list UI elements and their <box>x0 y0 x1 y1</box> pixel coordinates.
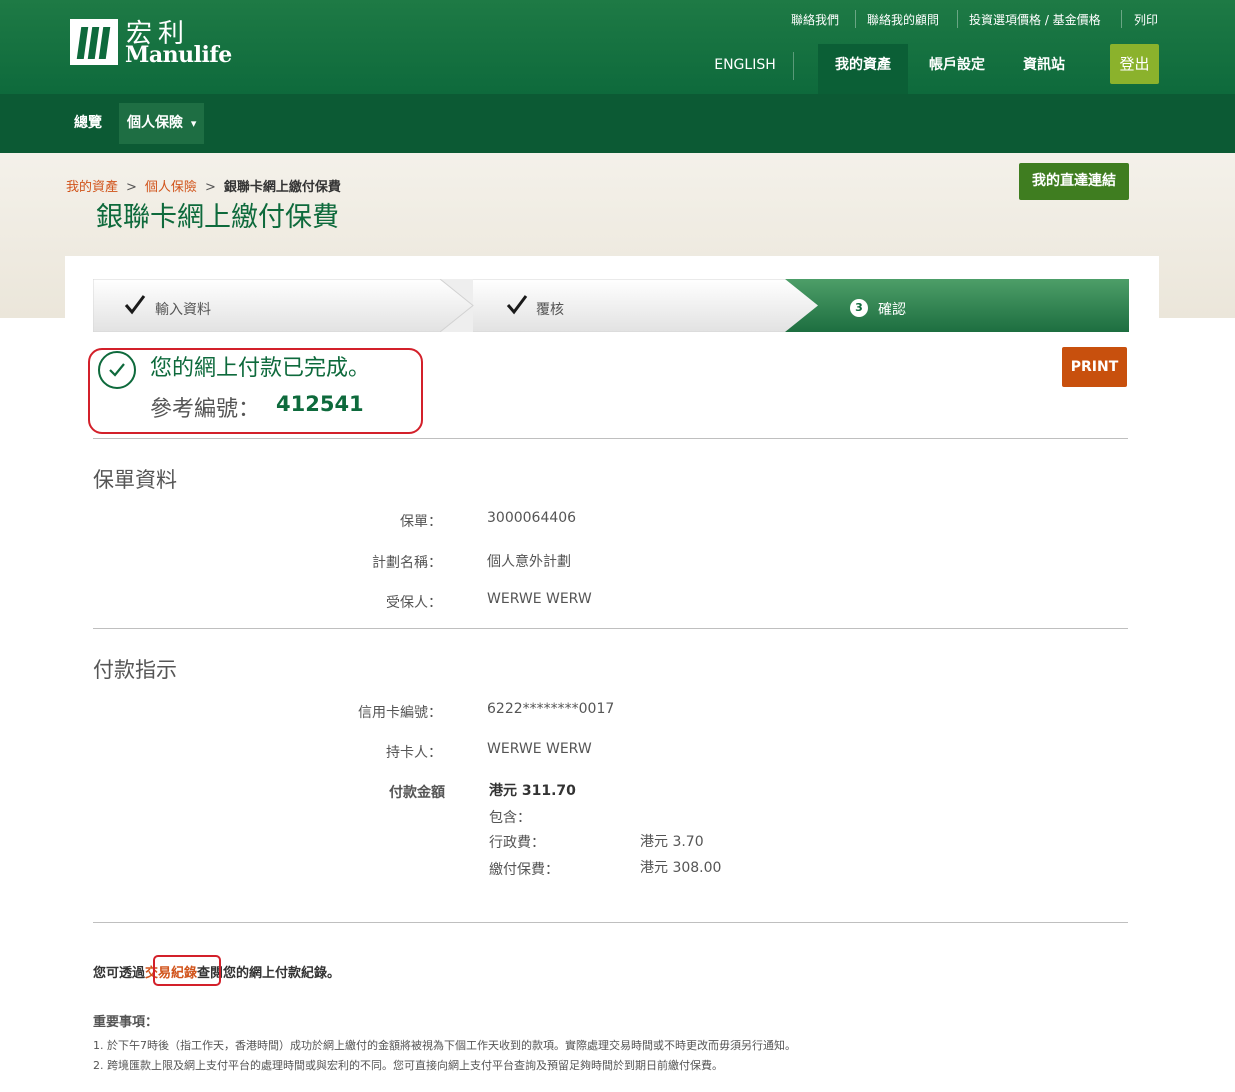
insured-label: 受保人： <box>386 595 442 611</box>
logo-text-en: Manulife <box>125 42 232 68</box>
nav-account-settings[interactable]: 帳戶設定 <box>913 44 1001 94</box>
step-2-label: 覆核 <box>536 302 564 318</box>
step-1-label: 輸入資料 <box>155 302 211 318</box>
language-switch-link[interactable]: ENGLISH <box>700 44 790 94</box>
admin-fee-value: 港元 3.70 <box>640 834 704 850</box>
util-link-contact-advisor[interactable]: 聯絡我的顧問 <box>867 11 939 28</box>
step-bar-graphic <box>93 279 1129 332</box>
top-header: 宏利 Manulife 聯絡我們 聯絡我的顧問 投資選項價格 / 基金價格 列印… <box>0 0 1235 94</box>
card-number-value: 6222********0017 <box>487 701 615 717</box>
link-highlight <box>153 955 221 986</box>
util-link-contact-us[interactable]: 聯絡我們 <box>791 11 839 28</box>
important-item: 2. 跨境匯款上限及網上支付平台的處理時間或與宏利的不同。您可直接向網上支付平台… <box>93 1059 723 1072</box>
divider <box>93 922 1128 923</box>
premium-label: 繳付保費： <box>489 862 559 878</box>
important-item: 1. 於下午7時後（指工作天，香港時間）成功於網上繳付的金額將被視為下個工作天收… <box>93 1039 796 1052</box>
manulife-logo[interactable]: 宏利 Manulife <box>70 16 240 68</box>
policy-number-label: 保單： <box>400 514 442 530</box>
breadcrumb-current: 銀聯卡網上繳付保費 <box>223 180 341 195</box>
payment-amount-label: 付款金額 <box>389 785 445 801</box>
check-icon <box>123 293 147 317</box>
nav-info-station[interactable]: 資訊站 <box>1006 44 1082 94</box>
premium-value: 港元 308.00 <box>640 860 722 876</box>
step-indicator: 輸入資料 覆核 3 確認 <box>93 279 1129 332</box>
divider <box>93 438 1128 439</box>
breadcrumb: 我的資產 > 個人保險 > 銀聯卡網上繳付保費 <box>66 176 341 195</box>
step-3-number: 3 <box>850 299 868 317</box>
breadcrumb-separator: > <box>126 180 137 195</box>
important-title: 重要事項： <box>93 1015 159 1030</box>
note-text-before: 您可透過 <box>93 966 146 981</box>
breadcrumb-separator: > <box>204 180 216 195</box>
breadcrumb-my-assets[interactable]: 我的資產 <box>66 180 118 195</box>
reference-number: 412541 <box>276 392 364 416</box>
subnav-personal-insurance[interactable]: 個人保險 ▾ <box>119 103 205 144</box>
logo-mark-icon <box>70 19 118 65</box>
card-number-label: 信用卡編號： <box>358 705 442 721</box>
quick-links-button[interactable]: 我的直達連結 <box>1019 163 1129 200</box>
plan-name-value: 個人意外計劃 <box>487 554 571 570</box>
check-icon <box>505 293 529 317</box>
breadcrumb-personal-insurance[interactable]: 個人保險 <box>145 180 197 195</box>
confirmation-message: 您的網上付款已完成。 <box>150 356 371 381</box>
reference-label: 參考編號： <box>150 397 261 422</box>
success-check-icon <box>98 351 136 389</box>
subnav-personal-insurance-label: 個人保險 <box>127 115 183 131</box>
chevron-down-icon: ▾ <box>190 117 197 130</box>
plan-name-label: 計劃名稱： <box>372 555 442 571</box>
payment-section-title: 付款指示 <box>93 658 177 682</box>
divider <box>93 628 1128 629</box>
cardholder-label: 持卡人： <box>386 745 442 761</box>
sub-navigation: 總覽 個人保險 ▾ <box>0 94 1235 153</box>
policy-section-title: 保單資料 <box>93 468 177 492</box>
includes-label: 包含： <box>489 810 531 826</box>
subnav-overview[interactable]: 總覽 <box>66 103 110 144</box>
print-button[interactable]: PRINT <box>1062 347 1127 387</box>
util-link-fund-prices[interactable]: 投資選項價格 / 基金價格 <box>969 11 1101 28</box>
policy-number-value: 3000064406 <box>487 510 577 526</box>
logout-button[interactable]: 登出 <box>1110 44 1159 84</box>
insured-value: WERWE WERW <box>487 591 592 607</box>
cardholder-value: WERWE WERW <box>487 741 592 757</box>
step-3-label: 確認 <box>878 302 906 318</box>
page-title: 銀聯卡網上繳付保費 <box>96 202 339 233</box>
util-link-print[interactable]: 列印 <box>1134 11 1158 28</box>
payment-amount-value: 港元 311.70 <box>489 783 576 799</box>
admin-fee-label: 行政費： <box>489 835 545 851</box>
nav-my-assets[interactable]: 我的資產 <box>818 44 908 94</box>
